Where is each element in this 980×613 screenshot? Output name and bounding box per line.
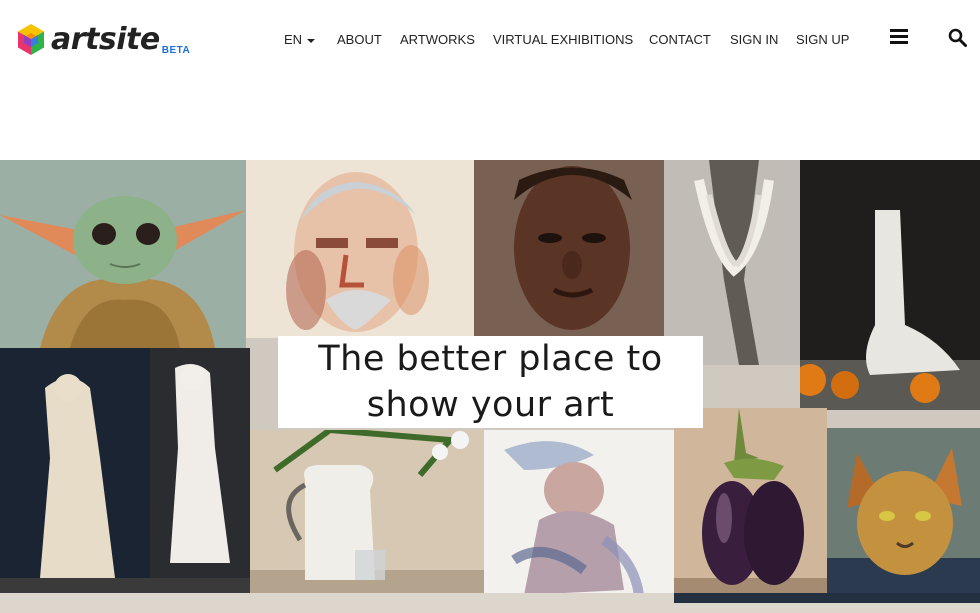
foot-sculpture-still-life[interactable] xyxy=(800,160,980,410)
hero-tagline: The better place to show your art xyxy=(278,336,703,428)
tagline-line-2: show your art xyxy=(366,385,615,425)
cat-portrait[interactable] xyxy=(827,428,980,600)
collage-bottom-strip xyxy=(0,593,980,613)
main-nav: EN ABOUT ARTWORKS VIRTUAL EXHIBITIONS CO… xyxy=(0,31,980,49)
yoda-painting[interactable] xyxy=(0,160,246,348)
nav-contact[interactable]: CONTACT xyxy=(649,31,711,49)
language-label: EN xyxy=(284,32,303,47)
man-portrait-watercolor[interactable] xyxy=(246,160,474,338)
nav-virtual-exhibitions[interactable]: VIRTUAL EXHIBITIONS xyxy=(493,31,633,49)
caret-down-icon xyxy=(307,38,316,43)
hercules-and-venus-sculptures[interactable] xyxy=(0,348,250,593)
nav-about[interactable]: ABOUT xyxy=(337,31,382,49)
nav-artworks[interactable]: ARTWORKS xyxy=(400,31,475,49)
jug-with-flowers[interactable] xyxy=(250,430,484,605)
site-header: artsite BETA EN ABOUT ARTWORKS VIRTUAL E… xyxy=(0,0,980,80)
cherub-watercolor[interactable] xyxy=(484,430,674,605)
nav-sign-in[interactable]: SIGN IN xyxy=(730,31,778,49)
eggplant-painting[interactable] xyxy=(674,408,827,600)
language-dropdown[interactable]: EN xyxy=(284,31,316,49)
hands-drawing[interactable] xyxy=(664,160,800,365)
hero-collage: The better place to show your art xyxy=(0,160,980,613)
woman-portrait[interactable] xyxy=(474,160,664,338)
search-icon[interactable] xyxy=(948,28,967,47)
nav-sign-up[interactable]: SIGN UP xyxy=(796,31,849,49)
tagline-line-1: The better place to xyxy=(318,339,663,379)
menu-icon[interactable] xyxy=(890,28,908,44)
